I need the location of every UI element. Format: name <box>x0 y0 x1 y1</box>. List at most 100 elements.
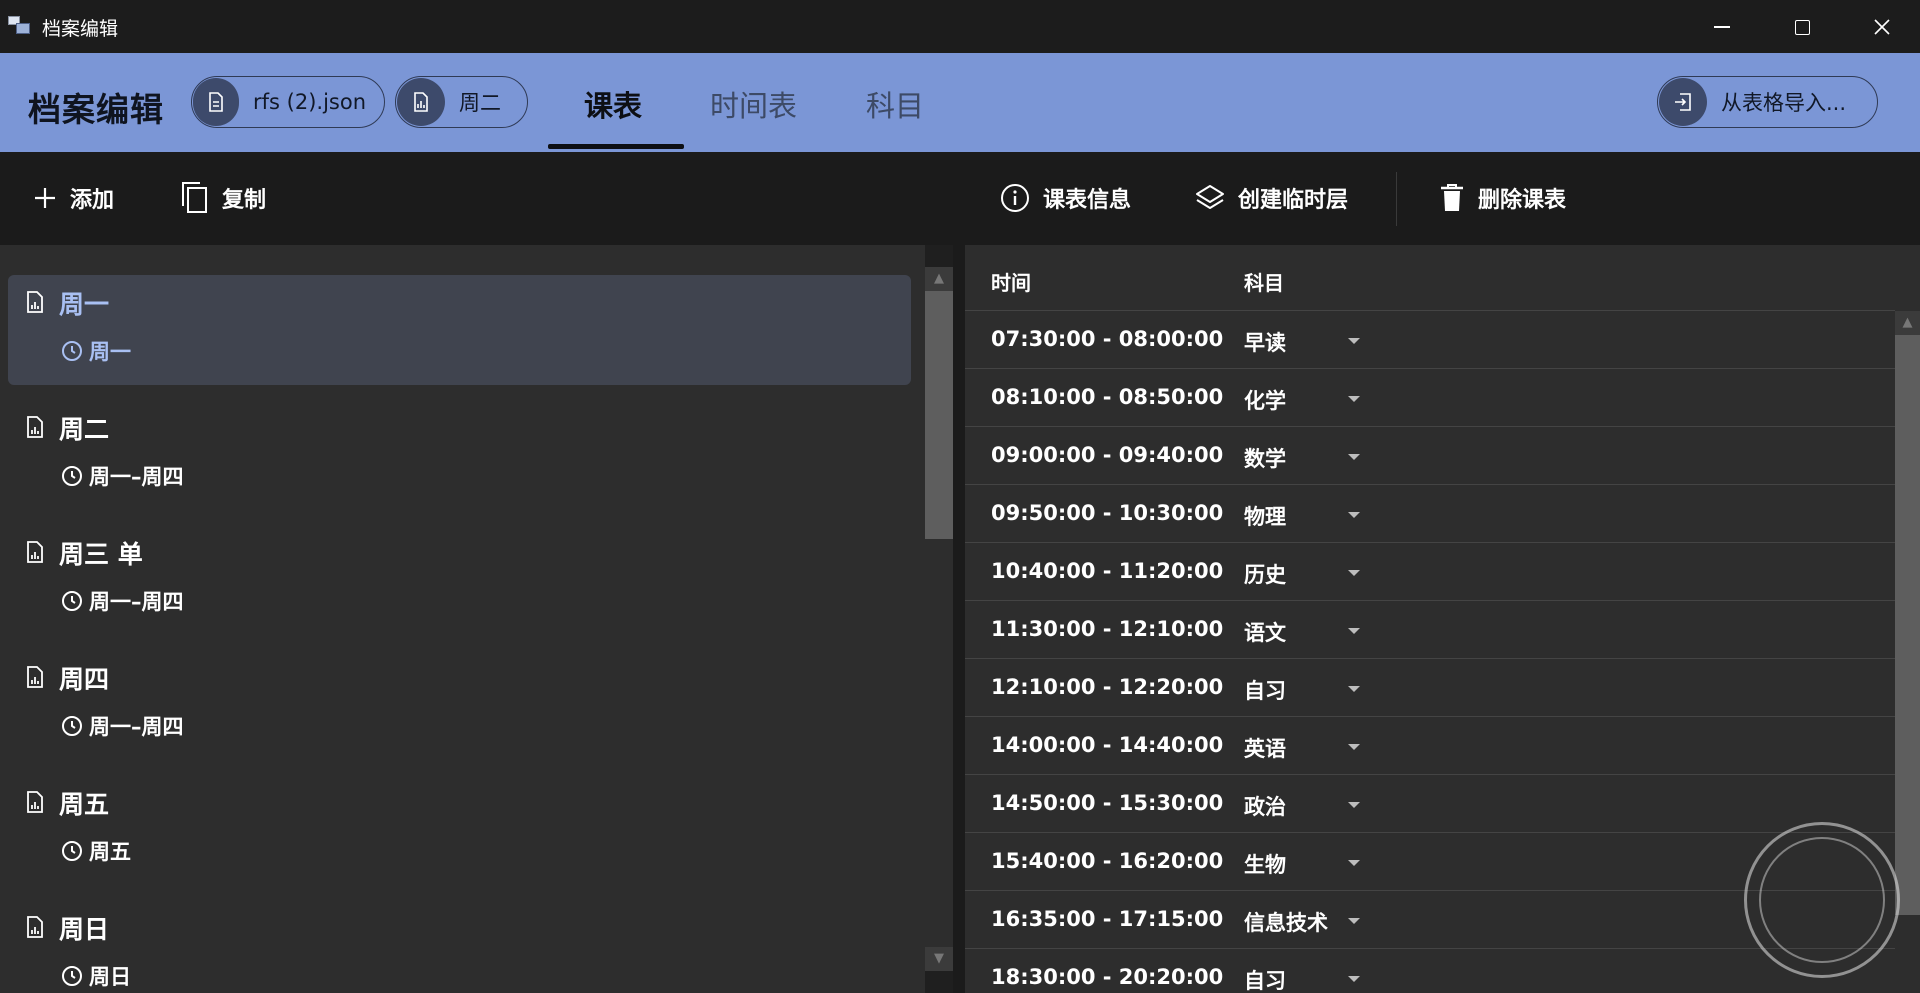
subject-select[interactable]: 历史 <box>1244 559 1286 589</box>
subject-select[interactable]: 物理 <box>1244 501 1286 531</box>
tab-timetable[interactable]: 时间表 <box>710 83 797 125</box>
table-row[interactable]: 08:10:00 - 08:50:00 化学 <box>965 369 1895 427</box>
row-time: 09:50:00 - 10:30:00 <box>991 501 1224 525</box>
subject-select[interactable]: 自习 <box>1244 675 1286 705</box>
schedule-icon <box>27 541 43 563</box>
subject-select[interactable]: 生物 <box>1244 849 1286 879</box>
delete-schedule-button[interactable]: 删除课表 <box>1438 180 1566 216</box>
scrollbar-thumb[interactable] <box>1895 335 1920 915</box>
chevron-down-icon[interactable] <box>1348 570 1360 576</box>
list-item[interactable]: 周四 周一–周四 <box>8 650 911 760</box>
chevron-down-icon[interactable] <box>1348 396 1360 402</box>
table-row[interactable]: 14:00:00 - 14:40:00 英语 <box>965 717 1895 775</box>
maximize-icon <box>1794 19 1810 35</box>
table-row[interactable]: 11:30:00 - 12:10:00 语文 <box>965 601 1895 659</box>
chevron-down-icon[interactable] <box>1348 686 1360 692</box>
chevron-down-icon[interactable] <box>1348 338 1360 344</box>
trash-icon <box>1441 184 1463 211</box>
schedule-name: 周三 单 <box>59 540 143 569</box>
schedule-timetable: 周一–周四 <box>89 590 184 614</box>
chevron-down-icon[interactable] <box>1348 512 1360 518</box>
title-bar: 档案编辑 <box>0 0 1920 53</box>
tab-subjects[interactable]: 科目 <box>866 83 924 125</box>
chevron-down-icon[interactable] <box>1348 976 1360 982</box>
active-tab-indicator <box>548 144 684 149</box>
create-temp-layer-label: 创建临时层 <box>1238 188 1349 213</box>
scroll-down-icon[interactable]: ▼ <box>925 947 953 971</box>
schedule-name: 周五 <box>59 790 110 819</box>
list-item[interactable]: 周三 单 周一–周四 <box>8 525 911 635</box>
clock-icon <box>62 591 82 611</box>
close-button[interactable] <box>1850 8 1914 46</box>
subject-select[interactable]: 化学 <box>1244 385 1286 415</box>
chevron-down-icon[interactable] <box>1348 744 1360 750</box>
schedule-info-label: 课表信息 <box>1043 188 1132 213</box>
list-item[interactable]: 周一 周一 <box>8 275 911 385</box>
table-row[interactable]: 14:50:00 - 15:30:00 政治 <box>965 775 1895 833</box>
row-time: 08:10:00 - 08:50:00 <box>991 385 1224 409</box>
chevron-down-icon[interactable] <box>1348 860 1360 866</box>
subject-select[interactable]: 政治 <box>1244 791 1286 821</box>
scrollbar-thumb[interactable] <box>925 291 953 539</box>
table-row[interactable]: 07:30:00 - 08:00:00 早读 <box>965 311 1895 369</box>
list-item[interactable]: 周日 周日 <box>8 900 911 993</box>
chevron-down-icon[interactable] <box>1348 802 1360 808</box>
clock-icon <box>62 466 82 486</box>
file-chip[interactable]: rfs (2).json <box>191 76 385 128</box>
schedule-icon <box>27 666 43 688</box>
subject-select[interactable]: 语文 <box>1244 617 1286 647</box>
clock-icon <box>62 841 82 861</box>
minimize-icon <box>1714 26 1730 28</box>
app-header: 档案编辑 rfs (2).json 周二 课表 时间表 科目 从表格导入... <box>0 53 1920 152</box>
list-item[interactable]: 周二 周一–周四 <box>8 400 911 510</box>
subject-select[interactable]: 信息技术 <box>1244 907 1328 937</box>
delete-schedule-label: 删除课表 <box>1478 188 1567 213</box>
day-chip-label: 周二 <box>459 91 501 115</box>
subject-select[interactable]: 数学 <box>1244 443 1286 473</box>
table-row[interactable]: 10:40:00 - 11:20:00 历史 <box>965 543 1895 601</box>
import-icon <box>1659 78 1707 126</box>
copy-button-label: 复制 <box>222 188 267 213</box>
subject-select[interactable]: 自习 <box>1244 965 1286 993</box>
row-time: 14:00:00 - 14:40:00 <box>991 733 1224 757</box>
schedule-name: 周二 <box>59 415 110 444</box>
schedule-info-button[interactable]: 课表信息 <box>999 180 1131 216</box>
chevron-down-icon[interactable] <box>1348 628 1360 634</box>
document-icon <box>193 78 239 126</box>
chevron-down-icon[interactable] <box>1348 918 1360 924</box>
toolbar-divider <box>1396 172 1397 226</box>
plus-icon <box>35 188 55 208</box>
row-time: 18:30:00 - 20:20:00 <box>991 965 1224 989</box>
table-row[interactable]: 12:10:00 - 12:20:00 自习 <box>965 659 1895 717</box>
file-chip-label: rfs (2).json <box>253 90 366 114</box>
schedule-timetable: 周一 <box>89 340 131 364</box>
list-item[interactable]: 周五 周五 <box>8 775 911 885</box>
scroll-up-icon[interactable]: ▲ <box>925 267 953 291</box>
table-row[interactable]: 09:00:00 - 09:40:00 数学 <box>965 427 1895 485</box>
window-title: 档案编辑 <box>42 18 119 40</box>
clock-icon <box>62 341 82 361</box>
schedule-list: 周一 周一 周二 周一–周四 周三 单 周一–周四 周四 周一–周四 周五 周五… <box>0 245 925 993</box>
copy-button[interactable]: 复制 <box>178 180 266 216</box>
table-row[interactable]: 18:30:00 - 20:20:00 自习 <box>965 949 1895 993</box>
table-row[interactable]: 09:50:00 - 10:30:00 物理 <box>965 485 1895 543</box>
schedule-icon <box>27 916 43 938</box>
schedule-name: 周四 <box>59 665 110 694</box>
subject-select[interactable]: 早读 <box>1244 327 1286 357</box>
tab-schedule[interactable]: 课表 <box>584 83 642 125</box>
create-temp-layer-button[interactable]: 创建临时层 <box>1194 180 1348 216</box>
clock-icon <box>62 716 82 736</box>
maximize-button[interactable] <box>1770 8 1834 46</box>
row-time: 16:35:00 - 17:15:00 <box>991 907 1224 931</box>
scroll-up-icon[interactable]: ▲ <box>1895 311 1920 335</box>
schedule-list-scrollbar[interactable]: ▲ ▼ <box>925 267 953 971</box>
chevron-down-icon[interactable] <box>1348 454 1360 460</box>
add-button[interactable]: 添加 <box>30 180 114 216</box>
schedule-name: 周日 <box>59 915 110 944</box>
import-from-table-button[interactable]: 从表格导入... <box>1657 76 1878 128</box>
row-time: 15:40:00 - 16:20:00 <box>991 849 1224 873</box>
row-time: 09:00:00 - 09:40:00 <box>991 443 1224 467</box>
minimize-button[interactable] <box>1690 8 1754 46</box>
subject-select[interactable]: 英语 <box>1244 733 1286 763</box>
day-chip[interactable]: 周二 <box>395 76 528 128</box>
